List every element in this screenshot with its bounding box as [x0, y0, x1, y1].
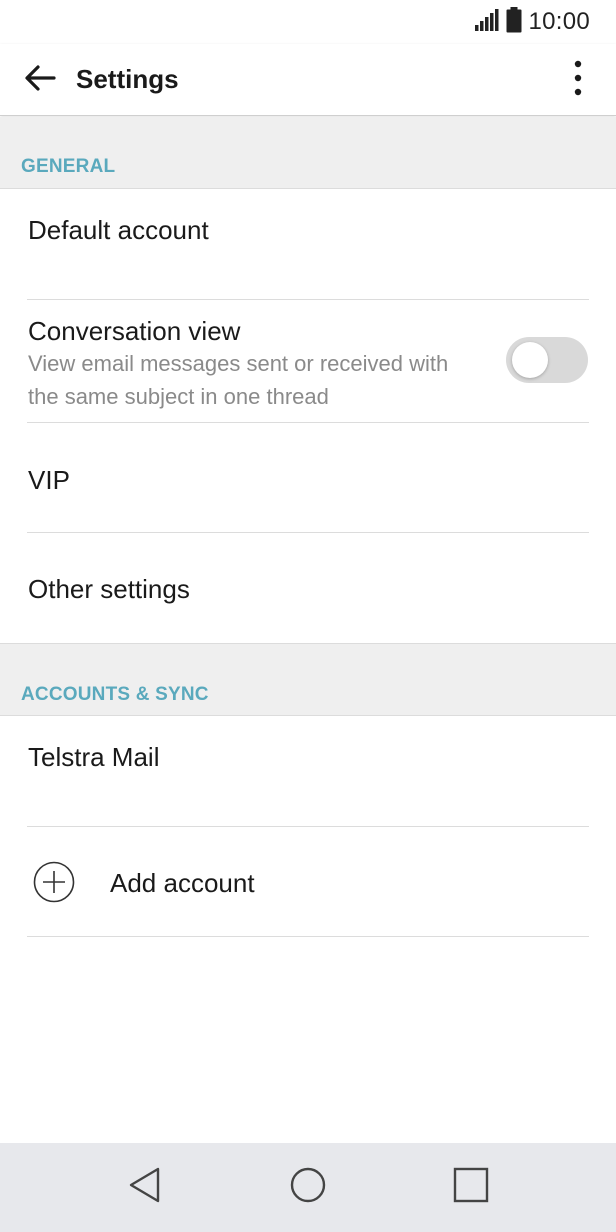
circle-home-icon	[290, 1167, 326, 1208]
more-options-button[interactable]	[560, 58, 596, 102]
add-account-label: Add account	[110, 868, 255, 898]
nav-recents-button[interactable]	[447, 1163, 495, 1211]
system-navigation-bar	[0, 1143, 616, 1232]
battery-icon	[506, 6, 522, 38]
setting-vip-label: VIP	[28, 465, 70, 495]
back-button[interactable]	[18, 58, 62, 102]
divider	[27, 936, 589, 937]
conversation-view-toggle[interactable]	[506, 337, 588, 383]
setting-other-settings-label: Other settings	[28, 574, 190, 604]
status-time: 10:00	[528, 8, 590, 35]
arrow-left-icon	[24, 64, 56, 97]
plus-circle-icon	[33, 861, 75, 908]
section-label-general: GENERAL	[21, 156, 116, 177]
triangle-back-icon	[128, 1167, 162, 1208]
setting-default-account-label: Default account	[28, 215, 209, 245]
app-bar: Settings	[0, 44, 616, 116]
account-telstra-mail-label: Telstra Mail	[28, 742, 160, 772]
more-vert-icon	[574, 60, 582, 101]
setting-vip[interactable]: VIP	[0, 423, 616, 532]
status-bar: 10:00	[0, 0, 616, 44]
nav-home-button[interactable]	[284, 1163, 332, 1211]
setting-conversation-view-label: Conversation view	[28, 316, 241, 346]
nav-back-button[interactable]	[121, 1163, 169, 1211]
account-telstra-mail[interactable]: Telstra Mail	[0, 716, 616, 826]
signal-bars-icon	[474, 8, 500, 37]
setting-default-account[interactable]: Default account	[0, 189, 616, 299]
add-account-button[interactable]: Add account	[0, 827, 616, 936]
section-label-accounts-sync: ACCOUNTS & SYNC	[21, 684, 209, 705]
status-indicators: 10:00	[474, 6, 590, 38]
square-recents-icon	[453, 1167, 489, 1208]
section-header-general: GENERAL	[0, 117, 616, 189]
setting-conversation-view-description: View email messages sent or received wit…	[28, 351, 449, 409]
section-header-accounts-sync: ACCOUNTS & SYNC	[0, 643, 616, 716]
setting-other-settings[interactable]: Other settings	[0, 533, 616, 643]
page-title: Settings	[76, 64, 179, 94]
toggle-knob	[512, 342, 548, 378]
